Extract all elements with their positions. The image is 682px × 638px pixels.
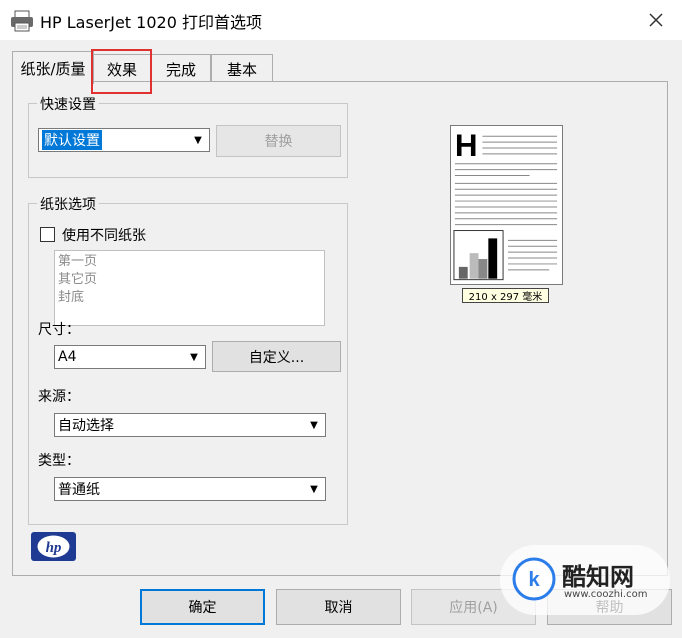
list-item[interactable]: 封底 (58, 289, 321, 307)
cancel-button[interactable]: 取消 (276, 589, 401, 625)
chevron-down-icon[interactable]: ▼ (185, 348, 203, 366)
ok-button[interactable]: 确定 (140, 589, 265, 625)
list-item[interactable]: 第一页 (58, 253, 321, 271)
size-dropdown[interactable]: A4 ▼ (54, 345, 206, 369)
svg-text:H: H (455, 128, 478, 163)
button-label: 确定 (188, 600, 217, 616)
watermark-text: 酷知网 (562, 563, 634, 591)
combo-value: 自动选择 (58, 418, 114, 434)
use-different-paper-label: 使用不同纸张 (62, 228, 146, 244)
group-label: 快速设置 (37, 94, 99, 114)
size-label: 尺寸： (38, 322, 80, 338)
watermark-logo-icon: k (512, 557, 556, 601)
source-label: 来源： (38, 389, 80, 405)
list-item[interactable]: 其它页 (58, 271, 321, 289)
type-label: 类型： (38, 453, 80, 469)
svg-text:k: k (528, 569, 540, 591)
tab-paper-quality[interactable]: 纸张/质量 (12, 51, 94, 84)
quick-settings-dropdown[interactable]: 默认设置 ▼ (38, 128, 210, 152)
chevron-down-icon[interactable]: ▼ (305, 480, 323, 498)
close-icon[interactable] (644, 8, 668, 32)
printer-icon (11, 10, 33, 32)
button-label: 应用(A) (449, 600, 498, 616)
button-label: 自定义... (248, 349, 305, 366)
custom-size-button[interactable]: 自定义... (212, 341, 341, 372)
title-bar: HP LaserJet 1020 打印首选项 (0, 0, 682, 40)
button-label: 取消 (324, 600, 353, 616)
tab-effects[interactable]: 效果 (93, 54, 151, 84)
combo-value: A4 (58, 349, 77, 365)
group-label: 纸张选项 (37, 194, 99, 214)
paper-size-readout: 210 x 297 毫米 (462, 288, 549, 303)
hp-logo: hp (31, 532, 76, 561)
button-label: 替换 (264, 134, 293, 150)
tab-label: 效果 (106, 61, 137, 79)
page-list[interactable]: 第一页 其它页 封底 (54, 250, 325, 326)
combo-value: 默认设置 (42, 130, 102, 150)
type-dropdown[interactable]: 普通纸 ▼ (54, 477, 326, 501)
watermark: k 酷知网 www.coozhi.com (500, 545, 670, 615)
chevron-down-icon[interactable]: ▼ (189, 131, 207, 149)
hp-logo-text: hp (46, 540, 62, 556)
watermark-url: www.coozhi.com (564, 589, 648, 600)
chevron-down-icon[interactable]: ▼ (305, 416, 323, 434)
tab-finishing[interactable]: 完成 (151, 54, 211, 84)
replace-button[interactable]: 替换 (216, 125, 341, 157)
use-different-paper-checkbox[interactable] (40, 227, 55, 242)
tab-basics[interactable]: 基本 (211, 54, 273, 84)
source-dropdown[interactable]: 自动选择 ▼ (54, 413, 326, 437)
page-preview: H (450, 125, 563, 285)
tab-label: 纸张/质量 (20, 59, 86, 78)
tab-label: 基本 (226, 61, 257, 79)
combo-value: 普通纸 (58, 482, 100, 498)
window-title: HP LaserJet 1020 打印首选项 (40, 13, 262, 32)
tab-label: 完成 (165, 61, 196, 79)
